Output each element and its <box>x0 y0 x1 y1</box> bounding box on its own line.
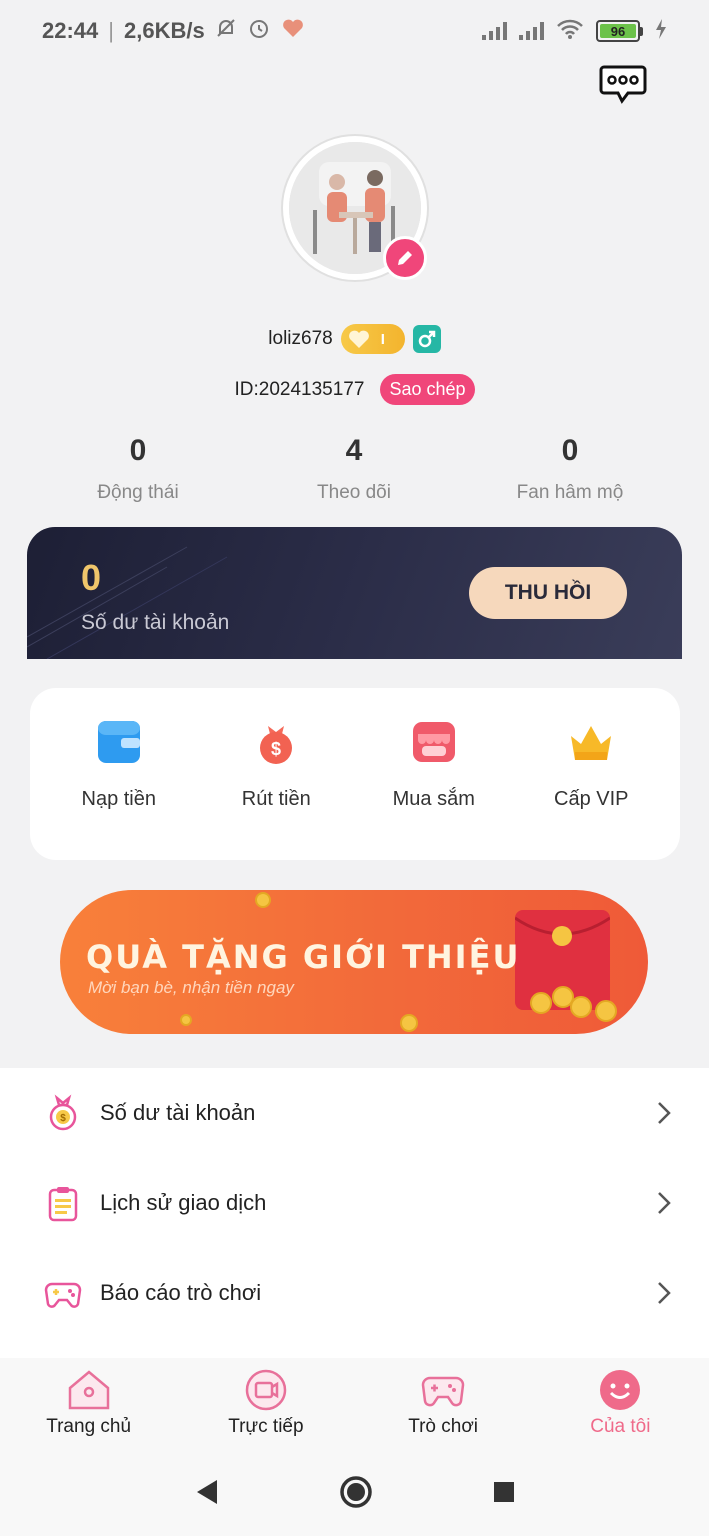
svg-text:$: $ <box>60 1113 66 1124</box>
stat-value: 0 <box>129 434 147 467</box>
chevron-right-icon <box>658 1282 671 1304</box>
battery-level: 96 <box>600 24 636 39</box>
stat-label: Theo dõi <box>317 482 391 503</box>
wallet-icon <box>97 721 140 763</box>
network-speed: 2,6KB/s <box>124 18 205 43</box>
action-deposit[interactable]: Nạp tiền <box>49 688 189 860</box>
signal-icon <box>482 22 507 40</box>
balance-amount: 0 <box>81 557 102 598</box>
coin-decoration <box>180 1014 192 1026</box>
coin-decoration <box>255 892 271 908</box>
balance-label: Số dư tài khoản <box>81 611 230 634</box>
coin-decoration <box>570 996 592 1018</box>
status-right: 96 <box>482 18 667 45</box>
coin-decoration <box>530 992 552 1014</box>
status-bar: 22:44 | 2,6KB/s 96 <box>0 0 709 62</box>
system-nav-bar <box>0 1448 709 1536</box>
bottom-nav: Trang chủ Trực tiếp Trò chơi Của tôi <box>0 1358 709 1448</box>
pencil-icon <box>398 251 412 265</box>
nav-games[interactable]: Trò chơi <box>355 1358 532 1448</box>
avatar-container <box>283 136 427 280</box>
menu-label: Số dư tài khoản <box>100 1100 256 1125</box>
mute-bell-icon <box>215 17 237 45</box>
balance-card: 0 Số dư tài khoản THU HỒI <box>27 527 682 659</box>
chevron-right-icon <box>658 1102 671 1124</box>
withdraw-button[interactable]: THU HỒI <box>469 567 627 619</box>
nav-label: Trực tiếp <box>228 1416 304 1437</box>
home-button-icon[interactable] <box>339 1475 373 1509</box>
status-left: 22:44 | 2,6KB/s <box>42 16 305 46</box>
charging-icon <box>655 18 667 44</box>
nav-label: Trang chủ <box>46 1416 132 1437</box>
nav-live[interactable]: Trực tiếp <box>177 1358 354 1448</box>
male-gender-icon <box>412 325 441 353</box>
smiley-icon <box>600 1370 641 1410</box>
action-label: Nạp tiền <box>81 788 157 810</box>
battery-indicator: 96 <box>596 20 643 42</box>
banner-subtitle: Mời bạn bè, nhận tiền ngay <box>88 978 294 997</box>
nav-home[interactable]: Trang chủ <box>0 1358 177 1448</box>
nav-label: Trò chơi <box>408 1416 479 1437</box>
home-icon <box>68 1370 109 1410</box>
stat-value: 0 <box>561 434 579 467</box>
stat-value: 4 <box>345 434 363 467</box>
action-shop[interactable]: Mua sắm <box>364 688 504 860</box>
chevron-right-icon <box>658 1192 671 1214</box>
banner-title: QUÀ TẶNG GIỚI THIỆU <box>86 938 521 976</box>
menu-item-transactions[interactable]: Lịch sử giao dịch <box>0 1158 709 1248</box>
user-id: ID:2024135177 <box>234 378 365 400</box>
money-bag-icon: $ <box>49 1094 77 1131</box>
clipboard-icon <box>48 1187 78 1222</box>
quick-actions: Nạp tiền $ Rút tiền Mua sắm Cấp VIP <box>30 688 680 860</box>
edit-avatar-button[interactable] <box>383 236 427 280</box>
stat-posts[interactable]: 0 Động thái <box>30 434 246 504</box>
signal-icon <box>519 22 544 40</box>
shop-icon <box>412 722 455 762</box>
wifi-icon <box>556 18 584 45</box>
action-label: Rút tiền <box>241 788 311 810</box>
menu-label: Báo cáo trò chơi <box>100 1280 262 1305</box>
action-label: Cấp VIP <box>554 788 629 810</box>
menu-list: $ Số dư tài khoản Lịch sử giao dịch Báo … <box>0 1068 709 1358</box>
status-time: 22:44 <box>42 18 99 43</box>
coin-decoration <box>595 1000 617 1022</box>
alarm-icon <box>247 16 271 46</box>
id-row: ID:2024135177 Sao chép <box>0 374 709 405</box>
nav-profile[interactable]: Của tôi <box>532 1358 709 1448</box>
action-vip[interactable]: Cấp VIP <box>521 688 661 860</box>
nav-label: Của tôi <box>590 1416 651 1437</box>
stat-label: Fan hâm mộ <box>516 482 624 503</box>
stat-label: Động thái <box>97 482 179 503</box>
live-icon <box>245 1369 287 1411</box>
message-button[interactable] <box>598 64 648 106</box>
copy-id-button[interactable]: Sao chép <box>380 374 475 405</box>
heart-icon <box>348 330 369 348</box>
level-badge: I <box>340 324 405 354</box>
menu-label: Lịch sử giao dịch <box>100 1190 267 1215</box>
recents-icon[interactable] <box>493 1481 515 1503</box>
menu-item-game-report[interactable]: Báo cáo trò chơi <box>0 1248 709 1338</box>
name-row: loliz678 I <box>0 324 709 354</box>
stat-fans[interactable]: 0 Fan hâm mộ <box>462 434 678 504</box>
stats-row: 0 Động thái 4 Theo dõi 0 Fan hâm mộ <box>30 434 678 504</box>
crown-icon <box>571 726 612 760</box>
stat-following[interactable]: 4 Theo dõi <box>246 434 462 504</box>
action-withdraw[interactable]: $ Rút tiền <box>206 688 346 860</box>
level-label: I <box>380 330 385 348</box>
coin-decoration <box>400 1014 418 1032</box>
heart-icon <box>281 17 305 45</box>
chat-icon <box>599 65 647 104</box>
username: loliz678 <box>268 328 333 349</box>
action-label: Mua sắm <box>392 788 475 810</box>
money-bag-icon: $ <box>260 726 293 764</box>
menu-item-balance[interactable]: $ Số dư tài khoản <box>0 1068 709 1158</box>
gamepad-icon <box>421 1376 465 1407</box>
svg-text:$: $ <box>271 739 281 759</box>
referral-banner[interactable]: QUÀ TẶNG GIỚI THIỆU Mời bạn bè, nhận tiề… <box>60 890 648 1034</box>
gamepad-icon <box>44 1282 82 1308</box>
back-icon[interactable] <box>195 1479 219 1505</box>
